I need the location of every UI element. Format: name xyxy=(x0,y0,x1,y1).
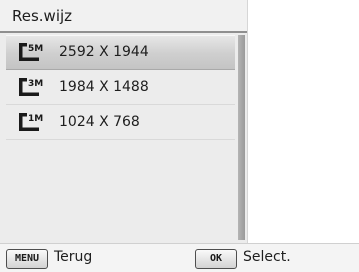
resolution-label: 2592 X 1944 xyxy=(59,44,149,60)
scrollbar[interactable] xyxy=(238,35,245,240)
1m-resolution-icon: 1M xyxy=(19,113,45,131)
button-guide-bar: MENU Terug OK Select. xyxy=(0,243,359,272)
resolution-option-3m[interactable]: 3M 1984 X 1488 xyxy=(6,70,235,105)
3m-resolution-icon: 3M xyxy=(19,78,45,96)
menu-key-icon[interactable]: MENU xyxy=(6,249,48,269)
svg-text:5M: 5M xyxy=(28,44,43,54)
svg-text:1M: 1M xyxy=(28,114,43,124)
resolution-menu-panel: Res.wijz 5M 2592 X 1944 3M 1984 X 1488 1… xyxy=(0,0,248,243)
menu-header: Res.wijz xyxy=(0,0,247,33)
select-label: Select. xyxy=(243,249,291,265)
camera-screen: Res.wijz 5M 2592 X 1944 3M 1984 X 1488 1… xyxy=(0,0,359,272)
svg-text:3M: 3M xyxy=(28,79,43,89)
resolution-option-5m[interactable]: 5M 2592 X 1944 xyxy=(6,35,235,70)
back-label: Terug xyxy=(54,249,93,265)
resolution-option-1m[interactable]: 1M 1024 X 768 xyxy=(6,105,235,140)
resolution-label: 1984 X 1488 xyxy=(59,79,149,95)
5m-resolution-icon: 5M xyxy=(19,43,45,61)
ok-key-icon[interactable]: OK xyxy=(195,249,237,269)
menu-title: Res.wijz xyxy=(12,7,73,25)
resolution-label: 1024 X 768 xyxy=(59,114,140,130)
scrollbar-thumb[interactable] xyxy=(238,35,245,240)
